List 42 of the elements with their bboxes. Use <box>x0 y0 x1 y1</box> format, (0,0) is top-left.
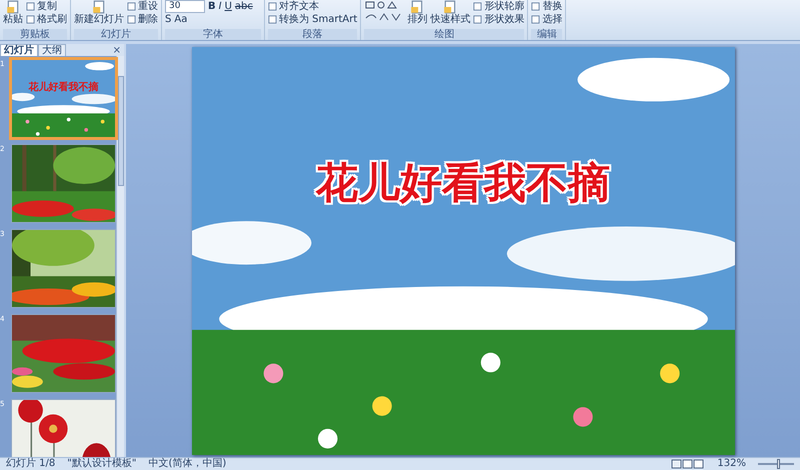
document-icon <box>443 0 458 14</box>
ribbon-button[interactable]: 复制 <box>26 0 67 13</box>
view-buttons-icon[interactable] <box>671 459 706 469</box>
group-label: 编辑 <box>531 29 562 40</box>
ribbon-button[interactable]: 格式刷 <box>26 13 67 26</box>
format-button[interactable]: abc <box>234 0 253 13</box>
ribbon-button[interactable]: 对齐文本 <box>268 0 358 13</box>
group-label: 绘图 <box>364 29 524 40</box>
ribbon-button[interactable]: 选择 <box>531 13 562 26</box>
document-icon <box>410 0 424 14</box>
ribbon-button[interactable]: 重设 <box>127 0 158 13</box>
ribbon-button[interactable]: 形状效果 <box>473 13 524 26</box>
ribbon-button[interactable]: 替换 <box>531 0 562 13</box>
format-button[interactable]: S <box>165 13 172 26</box>
document-icon <box>6 0 20 14</box>
format-button[interactable]: U <box>224 0 232 13</box>
ribbon-button[interactable]: 粘贴 <box>3 0 23 28</box>
group-label: 剪贴板 <box>3 29 67 40</box>
close-button[interactable]: × <box>110 45 124 56</box>
status-text: "默认设计模板" <box>67 458 136 470</box>
font-size-field[interactable]: 30 <box>165 0 205 13</box>
group-label: 幻灯片 <box>74 29 158 40</box>
ribbon-button[interactable]: 排列 <box>407 0 428 28</box>
zoom-text: 132% <box>717 458 746 470</box>
format-button[interactable]: I <box>218 0 222 13</box>
scrollbar[interactable] <box>116 56 124 457</box>
format-button[interactable]: B <box>208 0 216 13</box>
format-button[interactable]: Aa <box>174 13 188 26</box>
status-text: 中文(简体，中国) <box>148 458 226 470</box>
panel-tab[interactable]: 大纲 <box>38 44 66 56</box>
ribbon-button[interactable]: 转换为 SmartArt <box>268 13 358 26</box>
ribbon-button[interactable]: 删除 <box>127 13 158 26</box>
panel-tab[interactable]: 幻灯片 <box>0 44 38 56</box>
slide-title: 花儿好看我不摘 <box>314 156 611 208</box>
group-label: 字体 <box>165 29 261 40</box>
document-icon <box>92 0 106 14</box>
status-text: 幻灯片 1/8 <box>6 458 56 470</box>
ribbon-button[interactable]: 快速样式 <box>430 0 470 28</box>
ribbon-button[interactable]: 新建幻灯片 <box>74 0 124 28</box>
slide-title: 花儿好看我不摘 <box>28 80 100 94</box>
ribbon-button[interactable]: 形状轮廓 <box>473 0 524 13</box>
group-label: 段落 <box>268 29 358 40</box>
